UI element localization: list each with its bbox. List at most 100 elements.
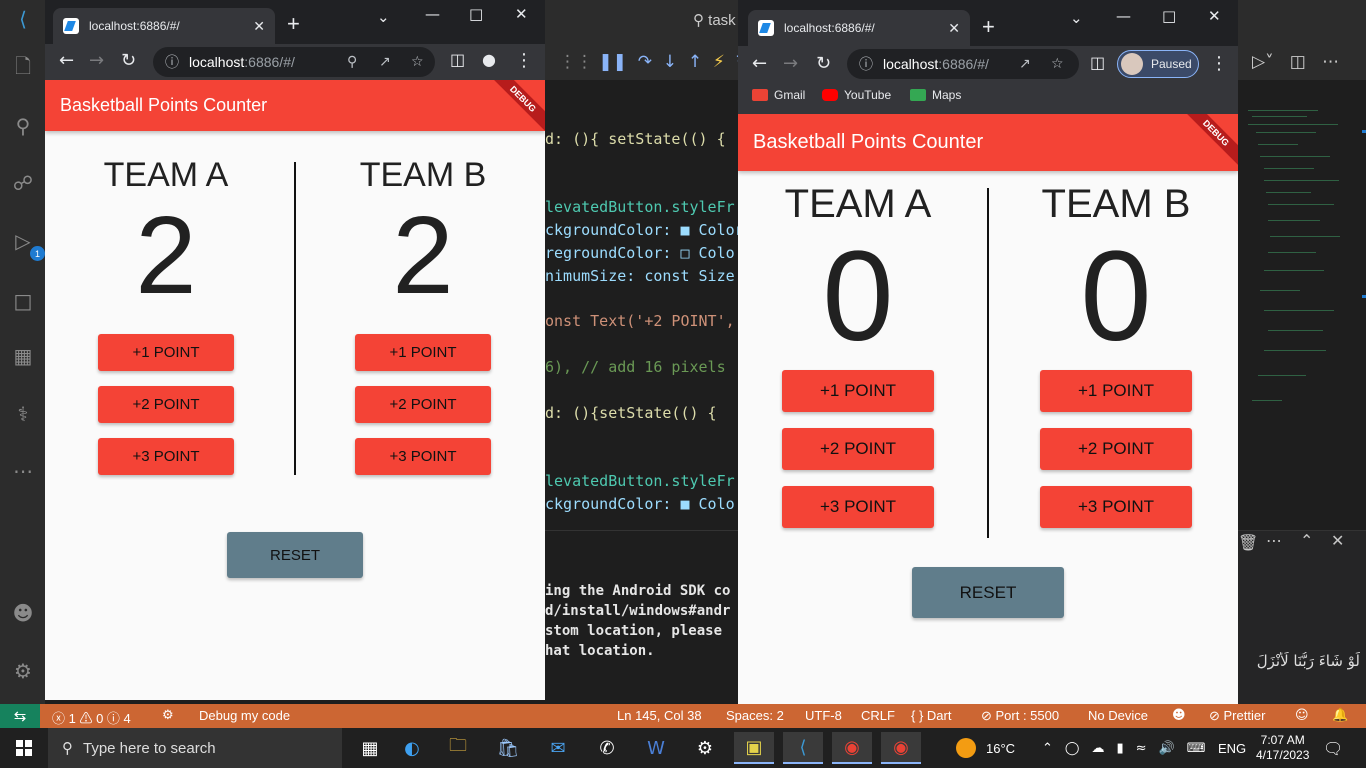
search-icon[interactable]: ⚲ [12,114,34,138]
task-view-icon[interactable]: ▦ [350,732,390,764]
store-icon[interactable]: 🛍 [488,732,528,764]
debug-config[interactable]: Debug my code [199,708,290,723]
team-a-plus1-button[interactable]: +1 POINT [98,334,234,371]
file-explorer-icon[interactable]: 🗀 [438,732,478,764]
word-icon[interactable]: W [636,732,676,764]
profile-paused-button[interactable]: Paused [1117,50,1199,78]
vscode-taskbar-icon[interactable]: ⟨ [783,732,823,764]
reset-button[interactable]: RESET [912,567,1064,618]
chrome-menu-icon[interactable]: ⋮ [515,50,533,71]
team-a-plus3-button[interactable]: +3 POINT [782,486,934,528]
tab-close-icon[interactable]: ✕ [948,20,960,37]
encoding[interactable]: UTF-8 [805,708,842,723]
volume-icon[interactable]: 🔊 [1159,741,1175,756]
team-a-plus1-button[interactable]: +1 POINT [782,370,934,412]
side-panel-icon[interactable]: ◫ [1090,53,1105,72]
feedback-icon[interactable]: ☺ [1295,708,1309,723]
side-panel-icon[interactable]: ◫ [450,50,465,69]
start-button[interactable] [0,728,48,768]
site-info-icon[interactable]: ⓘ [859,54,873,74]
step-into-icon[interactable]: ↓ [657,52,677,72]
whatsapp-icon[interactable]: ✆ [587,732,627,764]
split-editor-icon[interactable]: ◫ [1279,52,1306,72]
edge-icon[interactable]: ◐ [392,732,432,764]
back-icon[interactable]: ← [752,53,767,74]
minimize-icon[interactable]: — [1116,7,1131,25]
maximize-icon[interactable]: □ [1162,7,1176,25]
share-icon[interactable]: ↗ [1019,56,1031,72]
team-a-plus2-button[interactable]: +2 POINT [782,428,934,470]
share-icon[interactable]: ↗ [379,54,391,70]
clock[interactable]: 7:07 AM 4/17/2023 [1256,728,1309,768]
more-icon[interactable]: ⋯ [1266,531,1282,550]
problems-indicator[interactable]: ⓧ 1 ⚠ 0 ⓘ 4 [52,708,131,727]
chevron-up-icon[interactable]: ⌃ [1300,531,1313,550]
close-window-icon[interactable]: ✕ [515,5,528,23]
source-control-icon[interactable]: ☍ [12,171,34,195]
prettier-status[interactable]: ⊘ Prettier [1209,708,1265,724]
step-out-icon[interactable]: ↑ [682,52,702,72]
address-bar[interactable]: ⓘ localhost:6886/#/ ⚲ ↗ ☆ [153,47,435,77]
bookmark-maps[interactable]: Maps [910,88,961,102]
command-center[interactable]: ⚲ task [693,11,736,29]
chrome-icon[interactable]: ◉ [881,732,921,764]
notifications-bell-icon[interactable]: 🔔 [1332,708,1348,723]
profile-icon[interactable]: ● [482,50,496,69]
battery-icon[interactable]: ▮ [1116,741,1123,756]
back-icon[interactable]: ← [59,50,74,71]
language-indicator[interactable]: ENG [1218,728,1246,768]
remote-explorer-icon[interactable]: □ [12,289,34,313]
bookmark-star-icon[interactable]: ☆ [411,54,424,70]
extensions-icon[interactable]: ▦ [12,344,34,368]
team-b-plus3-button[interactable]: +3 POINT [1040,486,1192,528]
remote-indicator-icon[interactable]: ⇆ [0,704,40,728]
bookmark-star-icon[interactable]: ☆ [1051,56,1064,72]
language-mode[interactable]: { } Dart [911,708,951,723]
close-panel-icon[interactable]: ✕ [1331,531,1344,550]
chrome-menu-icon[interactable]: ⋮ [1210,53,1228,74]
tab-close-icon[interactable]: ✕ [253,18,265,35]
team-b-plus1-button[interactable]: +1 POINT [355,334,491,371]
minimap[interactable] [1238,100,1366,530]
terminal-panel[interactable]: ing the Android SDK co d/install/windows… [545,530,738,704]
explorer-icon[interactable]: 🗋 [12,54,34,80]
code-editor[interactable]: d: (){ setState(() { levatedButton.style… [545,110,738,530]
team-a-plus3-button[interactable]: +3 POINT [98,438,234,475]
cursor-position[interactable]: Ln 145, Col 38 [617,708,702,723]
new-tab-icon[interactable]: + [982,14,995,40]
zoom-icon[interactable]: ⚲ [347,54,357,70]
tab-search-icon[interactable]: ⌄ [377,8,390,26]
accounts-icon[interactable]: ☻ [12,601,34,625]
team-b-plus3-button[interactable]: +3 POINT [355,438,491,475]
cloud-icon[interactable]: ☁ [1091,741,1104,756]
trash-icon[interactable]: 🗑 [1238,533,1258,552]
indentation[interactable]: Spaces: 2 [726,708,784,723]
tab-search-icon[interactable]: ⌄ [1070,9,1083,27]
bookmark-gmail[interactable]: Gmail [752,88,805,102]
settings-gear-icon[interactable]: ⚙ [12,659,34,683]
forward-icon[interactable]: → [783,53,798,74]
hot-reload-icon[interactable]: ⚡ [708,52,725,72]
minimize-icon[interactable]: — [425,5,440,23]
meet-icon[interactable]: ◯ [1065,741,1080,756]
team-b-plus1-button[interactable]: +1 POINT [1040,370,1192,412]
bookmark-youtube[interactable]: YouTube [822,88,891,102]
browser-tab[interactable]: localhost:6886/#/ ✕ [748,10,970,46]
reload-icon[interactable]: ↻ [121,50,136,71]
notification-center-icon[interactable]: 🗨 [1323,728,1343,768]
browser-tab[interactable]: localhost:6886/#/ ✕ [53,8,275,44]
reset-button[interactable]: RESET [227,532,363,578]
keyboard-icon[interactable]: ⌨ [1187,741,1206,756]
more-icon[interactable]: ⋯ [12,459,34,483]
live-server-port[interactable]: ⊘ Port : 5500 [981,708,1059,724]
pause-icon[interactable]: ❚❚ [598,52,627,72]
address-bar[interactable]: ⓘ localhost:6886/#/ ↗ ☆ [847,49,1079,79]
chevron-up-icon[interactable]: ⌃ [1042,741,1053,756]
chrome-icon[interactable]: ◉ [832,732,872,764]
testing-icon[interactable]: ⚕ [12,402,34,426]
new-tab-icon[interactable]: + [287,11,300,37]
drag-handle-icon[interactable]: ⋮⋮ [559,52,593,72]
device-selector[interactable]: No Device [1088,708,1148,723]
reload-icon[interactable]: ↻ [816,53,831,74]
line-endings[interactable]: CRLF [861,708,895,723]
